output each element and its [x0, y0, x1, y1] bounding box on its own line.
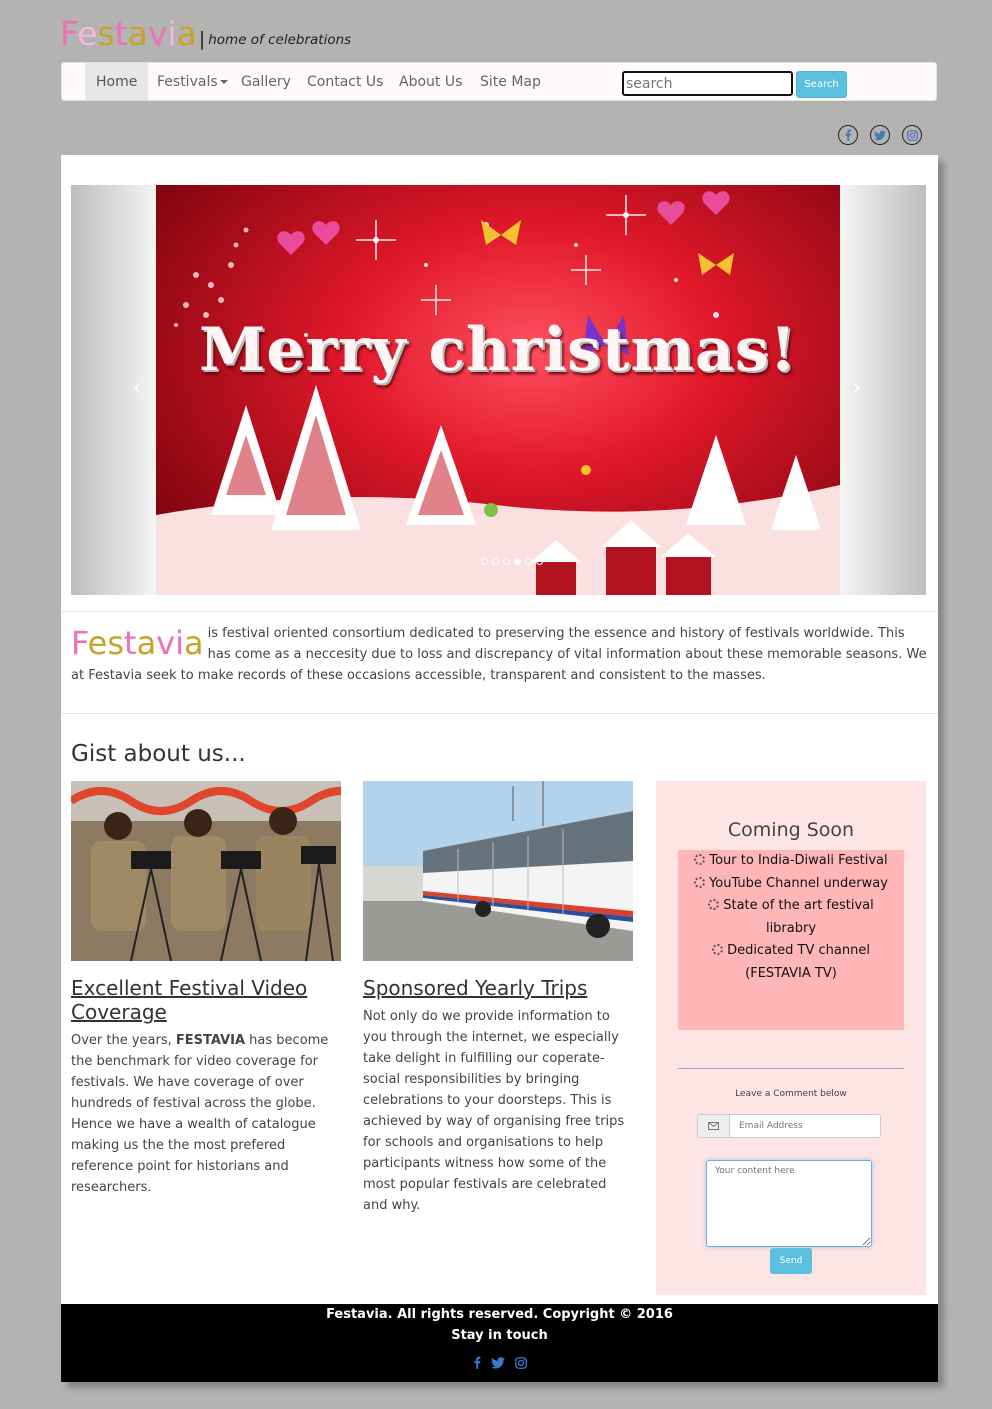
twitter-icon[interactable] [870, 125, 890, 145]
carousel-indicator[interactable] [503, 558, 510, 565]
nav-site-map[interactable]: Site Map [469, 63, 552, 100]
main-content: Merry christmas! ‹ › Festavia is festiva… [61, 155, 938, 1305]
brand-separator: | [198, 28, 206, 50]
brand-header: Festavia | home of celebrations [60, 14, 351, 54]
email-input-group [697, 1114, 881, 1138]
brand-tagline: home of celebrations [208, 32, 352, 48]
envelope-icon [697, 1114, 729, 1138]
carousel-indicator[interactable] [525, 558, 532, 565]
list-item: YouTube Channel underway [678, 873, 904, 896]
comment-textarea[interactable] [706, 1160, 872, 1247]
social-links-top [838, 125, 922, 145]
card-text-video-coverage: Over the years, FESTAVIA has become the … [71, 1033, 329, 1195]
comment-label: Leave a Comment below [735, 1089, 847, 1099]
divider [678, 1068, 904, 1069]
divider [61, 713, 938, 714]
instagram-icon[interactable] [902, 125, 922, 145]
card-title-video-coverage[interactable]: Excellent Festival Video Coverage [71, 976, 331, 1024]
section-title: Gist about us... [71, 741, 246, 767]
facebook-icon[interactable] [473, 1354, 481, 1373]
carousel-indicators [481, 558, 543, 565]
nav-gallery[interactable]: Gallery [230, 63, 302, 100]
carousel-indicator[interactable] [481, 558, 488, 565]
spinner-icon [708, 899, 720, 911]
list-item: Tour to India-Diwali Festival [678, 850, 904, 873]
twitter-icon[interactable] [490, 1354, 505, 1373]
intro-logo: Festavia [71, 624, 204, 662]
caret-down-icon [219, 80, 228, 84]
buses-photo [363, 781, 633, 961]
search-button[interactable]: Search [796, 71, 847, 98]
nav-about-us[interactable]: About Us [388, 63, 473, 100]
footer-stay-in-touch: Stay in touch [451, 1328, 548, 1343]
carousel-indicator-active[interactable] [514, 558, 521, 565]
christmas-illustration [156, 191, 840, 595]
intro-paragraph: Festavia is festival oriented consortium… [71, 623, 928, 686]
search-input[interactable] [622, 71, 793, 96]
nav-contact-us[interactable]: Contact Us [296, 63, 394, 100]
footer-social-links [61, 1354, 938, 1373]
card-title-yearly-trips[interactable]: Sponsored Yearly Trips [363, 976, 633, 1000]
list-item: State of the art festival librabry [678, 895, 904, 940]
cameramen-photo [71, 781, 341, 961]
slide-title: Merry christmas! [198, 315, 798, 385]
coming-soon-title: Coming Soon [727, 819, 855, 841]
carousel-indicator[interactable] [492, 558, 499, 565]
spinner-icon [694, 876, 706, 888]
navbar: Home Festivals Gallery Contact Us About … [61, 62, 937, 101]
footer-copyright: Festavia. All rights reserved. Copyright… [326, 1307, 673, 1322]
email-field[interactable] [729, 1114, 881, 1138]
spinner-icon [694, 854, 706, 865]
brand-logo[interactable]: Festavia [60, 14, 197, 54]
list-item: Dedicated TV channel (FESTAVIA TV) [678, 940, 904, 985]
video-coverage-image [71, 781, 341, 961]
coming-soon-panel: Coming Soon Tour to India-Diwali Festiva… [656, 781, 926, 1295]
carousel-indicator[interactable] [536, 558, 543, 565]
carousel-prev-control[interactable]: ‹ [133, 375, 141, 399]
nav-festivals-dropdown[interactable]: Festivals [146, 63, 239, 100]
facebook-icon[interactable] [838, 125, 858, 145]
divider [61, 611, 938, 612]
send-button[interactable]: Send [770, 1248, 812, 1274]
carousel-slide: Merry christmas! [156, 185, 840, 595]
yearly-trips-image [363, 781, 633, 961]
carousel-next-control[interactable]: › [853, 375, 861, 399]
instagram-icon[interactable] [514, 1354, 527, 1373]
card-text-yearly-trips: Not only do we provide information to yo… [363, 1009, 625, 1213]
coming-soon-list: Tour to India-Diwali Festival YouTube Ch… [678, 850, 904, 1030]
nav-home[interactable]: Home [85, 63, 149, 100]
spinner-icon [712, 944, 724, 956]
footer: Festavia. All rights reserved. Copyright… [61, 1304, 938, 1382]
hero-carousel[interactable]: Merry christmas! ‹ › [71, 185, 926, 595]
